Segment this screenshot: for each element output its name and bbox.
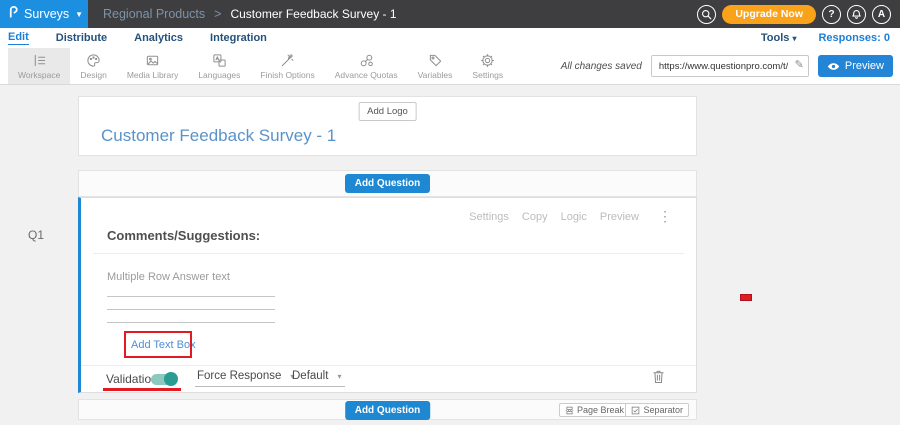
tab-analytics[interactable]: Analytics	[134, 32, 183, 45]
media-library-icon	[145, 53, 160, 68]
answer-row-line[interactable]	[107, 296, 275, 297]
eye-icon	[827, 62, 840, 71]
settings-icon	[480, 53, 495, 68]
survey-url-wrap: ✎	[651, 55, 809, 77]
questionpro-logo-icon	[8, 5, 19, 24]
bell-icon[interactable]	[847, 5, 866, 24]
breadcrumb-separator: >	[214, 7, 221, 21]
advance-quotas-icon	[359, 53, 374, 68]
preview-button[interactable]: Preview	[818, 55, 893, 77]
toolbar-item-label: Languages	[198, 70, 240, 80]
add-question-strip-bottom: Add Question Page Break Separator	[78, 399, 697, 420]
toolbar-item-variables[interactable]: Variables	[408, 48, 463, 84]
toolbar-right: All changes saved ✎ Preview	[561, 48, 900, 84]
default-dropdown[interactable]: Default ▾	[290, 370, 345, 387]
toolbar-item-design[interactable]: Design	[70, 48, 116, 84]
survey-title[interactable]: Customer Feedback Survey - 1	[101, 126, 336, 146]
add-question-button-bottom[interactable]: Add Question	[345, 401, 431, 420]
question-number: Q1	[28, 228, 44, 242]
design-icon	[86, 53, 101, 68]
question-card: Settings Copy Logic Preview ⋮ Comments/S…	[78, 197, 697, 393]
separator-checkbox-icon	[631, 406, 640, 415]
delete-question-icon[interactable]	[652, 369, 665, 384]
answer-placeholder: Multiple Row Answer text	[107, 271, 230, 283]
toolbar-item-advance-quotas[interactable]: Advance Quotas	[325, 48, 408, 84]
chevron-down-icon: ▾	[792, 34, 796, 43]
avatar[interactable]: A	[872, 5, 891, 24]
finish-options-icon	[280, 53, 295, 68]
survey-editor-screen: Surveys ▼ Regional Products > Customer F…	[0, 0, 900, 425]
kebab-menu-icon[interactable]: ⋮	[658, 208, 672, 225]
force-response-dropdown[interactable]: Force Response ▾	[195, 370, 298, 387]
chevron-down-icon: ▾	[337, 372, 341, 381]
breadcrumb: Regional Products > Customer Feedback Su…	[103, 7, 397, 21]
save-status: All changes saved	[561, 61, 642, 72]
languages-icon	[212, 53, 227, 68]
survey-header-card: Add Logo Customer Feedback Survey - 1	[78, 96, 697, 156]
breadcrumb-parent[interactable]: Regional Products	[103, 7, 205, 21]
toolbar-item-label: Variables	[418, 70, 453, 80]
product-name: Surveys	[24, 7, 69, 21]
validation-toggle[interactable]	[151, 374, 177, 385]
page-break-icon	[565, 406, 574, 415]
toolbar-item-settings[interactable]: Settings	[462, 48, 513, 84]
responses-count[interactable]: Responses: 0	[818, 32, 890, 44]
add-question-strip-top: Add Question	[78, 170, 697, 197]
page-break-label: Page Break	[577, 405, 624, 415]
tab-edit[interactable]: Edit	[8, 31, 29, 45]
toolbar-item-label: Finish Options	[260, 70, 314, 80]
question-footer-divider	[81, 365, 696, 366]
page-break-button[interactable]: Page Break	[559, 403, 630, 417]
annotation-underline	[103, 388, 181, 391]
chevron-down-icon: ▼	[75, 10, 83, 19]
answer-row-line[interactable]	[107, 309, 275, 310]
toolbar-item-finish-options[interactable]: Finish Options	[250, 48, 324, 84]
nav-right: Tools ▾ Responses: 0	[761, 32, 892, 44]
toolbar-item-workspace[interactable]: Workspace	[8, 48, 70, 84]
tools-menu[interactable]: Tools ▾	[761, 32, 797, 44]
toolbar-item-label: Settings	[472, 70, 503, 80]
top-header: Surveys ▼ Regional Products > Customer F…	[0, 0, 900, 28]
question-logic-link[interactable]: Logic	[561, 211, 587, 223]
add-text-box-link[interactable]: Add Text Box	[131, 339, 196, 351]
tab-distribute[interactable]: Distribute	[56, 32, 107, 45]
add-question-button-top[interactable]: Add Question	[345, 174, 431, 193]
variables-icon	[428, 53, 443, 68]
workspace-icon	[32, 53, 47, 68]
question-divider	[93, 253, 684, 254]
search-icon[interactable]	[697, 5, 716, 24]
answer-row-line[interactable]	[107, 322, 275, 323]
default-label: Default	[292, 370, 328, 382]
toolbar-item-label: Design	[80, 70, 106, 80]
breadcrumb-current: Customer Feedback Survey - 1	[230, 7, 396, 21]
upgrade-now-button[interactable]: Upgrade Now	[722, 5, 816, 24]
force-response-label: Force Response	[197, 370, 281, 382]
survey-url-input[interactable]	[651, 55, 809, 77]
toolbar-item-label: Workspace	[18, 70, 60, 80]
help-icon[interactable]: ?	[822, 5, 841, 24]
edit-toolbar: Workspace Design Media Library Languages…	[0, 48, 900, 85]
preview-button-label: Preview	[845, 60, 884, 72]
toolbar-item-media-library[interactable]: Media Library	[117, 48, 189, 84]
toolbar-item-label: Media Library	[127, 70, 179, 80]
edit-url-icon[interactable]: ✎	[795, 58, 804, 71]
question-text[interactable]: Comments/Suggestions:	[107, 228, 260, 243]
main-nav: Edit Distribute Analytics Integration To…	[0, 28, 900, 48]
toolbar-item-label: Advance Quotas	[335, 70, 398, 80]
tab-integration[interactable]: Integration	[210, 32, 267, 45]
surveys-dropdown[interactable]: Surveys ▼	[0, 0, 88, 28]
toolbar-item-languages[interactable]: Languages	[188, 48, 250, 84]
separator-button[interactable]: Separator	[625, 403, 689, 417]
question-settings-link[interactable]: Settings	[469, 211, 509, 223]
annotation-red-dash	[740, 294, 752, 301]
header-actions: Upgrade Now ? A	[697, 5, 900, 24]
add-logo-button[interactable]: Add Logo	[358, 102, 417, 121]
question-copy-link[interactable]: Copy	[522, 211, 548, 223]
question-preview-link[interactable]: Preview	[600, 211, 639, 223]
question-controls: Settings Copy Logic Preview	[469, 211, 639, 223]
separator-label: Separator	[643, 405, 683, 415]
